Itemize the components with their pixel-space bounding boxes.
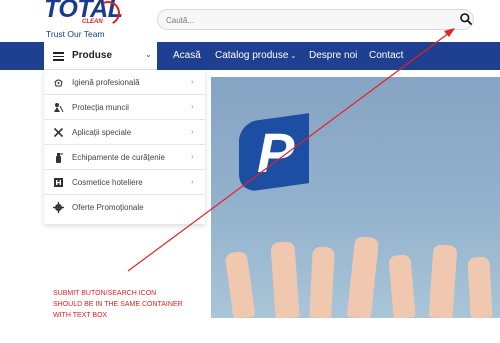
search-box [157, 9, 474, 30]
worker-icon [54, 103, 64, 113]
chevron-right-icon: › [191, 127, 194, 136]
menu-item-hygiene[interactable]: Igienă profesională › [44, 70, 205, 95]
hand-shape [270, 241, 300, 318]
chevron-right-icon: › [191, 77, 194, 86]
search-input[interactable] [166, 13, 446, 27]
annotation-line: SHOULD BE IN THE SAME CONTAINER [53, 301, 183, 308]
hand-shape [224, 250, 256, 318]
chevron-down-icon: ⌄ [290, 53, 297, 60]
nav-about[interactable]: Despre noi [309, 50, 357, 61]
hand-shape [467, 256, 493, 318]
hero-image [211, 77, 500, 318]
menu-item-label: Echipamente de curățenie [72, 153, 165, 162]
tools-icon [53, 127, 64, 138]
menu-item-label: Protecția muncii [72, 103, 129, 112]
nav-catalog[interactable]: Catalog produse ⌄ [215, 50, 296, 61]
chevron-right-icon: › [191, 177, 194, 186]
nav-catalog-label: Catalog produse [215, 50, 289, 61]
menu-item-label: Igienă profesională [72, 78, 140, 87]
search-button[interactable] [459, 12, 473, 26]
menu-item-promotions[interactable]: Oferte Promoționale [44, 195, 205, 220]
products-menu: Igienă profesională › Protecția muncii ›… [44, 70, 205, 224]
hamburger-icon [53, 52, 64, 61]
menu-item-cleaning-equipment[interactable]: Echipamente de curățenie › [44, 145, 205, 170]
logo-subtext: CLEAN [82, 19, 103, 25]
chevron-right-icon: › [191, 152, 194, 161]
annotation-line: WITH TEXT BOX [53, 312, 108, 319]
hand-shape [309, 246, 335, 318]
products-dropdown-toggle[interactable]: Produse ⌄ [44, 42, 157, 70]
chevron-down-icon: ⌄ [145, 50, 152, 59]
menu-item-hotel-cosmetics[interactable]: Cosmetice hoteliere › [44, 170, 205, 195]
nav-contact[interactable]: Contact [369, 50, 403, 61]
menu-item-special-apps[interactable]: Aplicații speciale › [44, 120, 205, 145]
logo-tagline: Trust Our Team [46, 29, 105, 39]
menu-item-label: Aplicații speciale [72, 128, 132, 137]
annotation-line: SUBMIT BUTON/SEARCH ICON [53, 290, 157, 297]
menu-item-work-safety[interactable]: Protecția muncii › [44, 95, 205, 120]
search-icon [460, 13, 472, 25]
hero-logo-letter: P [257, 121, 295, 184]
annotation-note: SUBMIT BUTON/SEARCH ICON SHOULD BE IN TH… [53, 288, 183, 321]
hotel-icon [54, 178, 63, 187]
menu-item-label: Cosmetice hoteliere [72, 178, 143, 187]
spray-bottle-icon [56, 153, 63, 163]
nav-home[interactable]: Acasă [173, 50, 201, 61]
hand-shape [388, 254, 416, 318]
products-label: Produse [72, 50, 113, 61]
menu-item-label: Oferte Promoționale [72, 203, 144, 212]
logo[interactable]: TOTAL CLEAN Trust Our Team [44, 0, 124, 40]
gear-icon [53, 202, 64, 213]
hygiene-icon [54, 79, 63, 87]
hand-shape [346, 235, 380, 318]
chevron-right-icon: › [191, 102, 194, 111]
hand-shape [428, 244, 458, 318]
